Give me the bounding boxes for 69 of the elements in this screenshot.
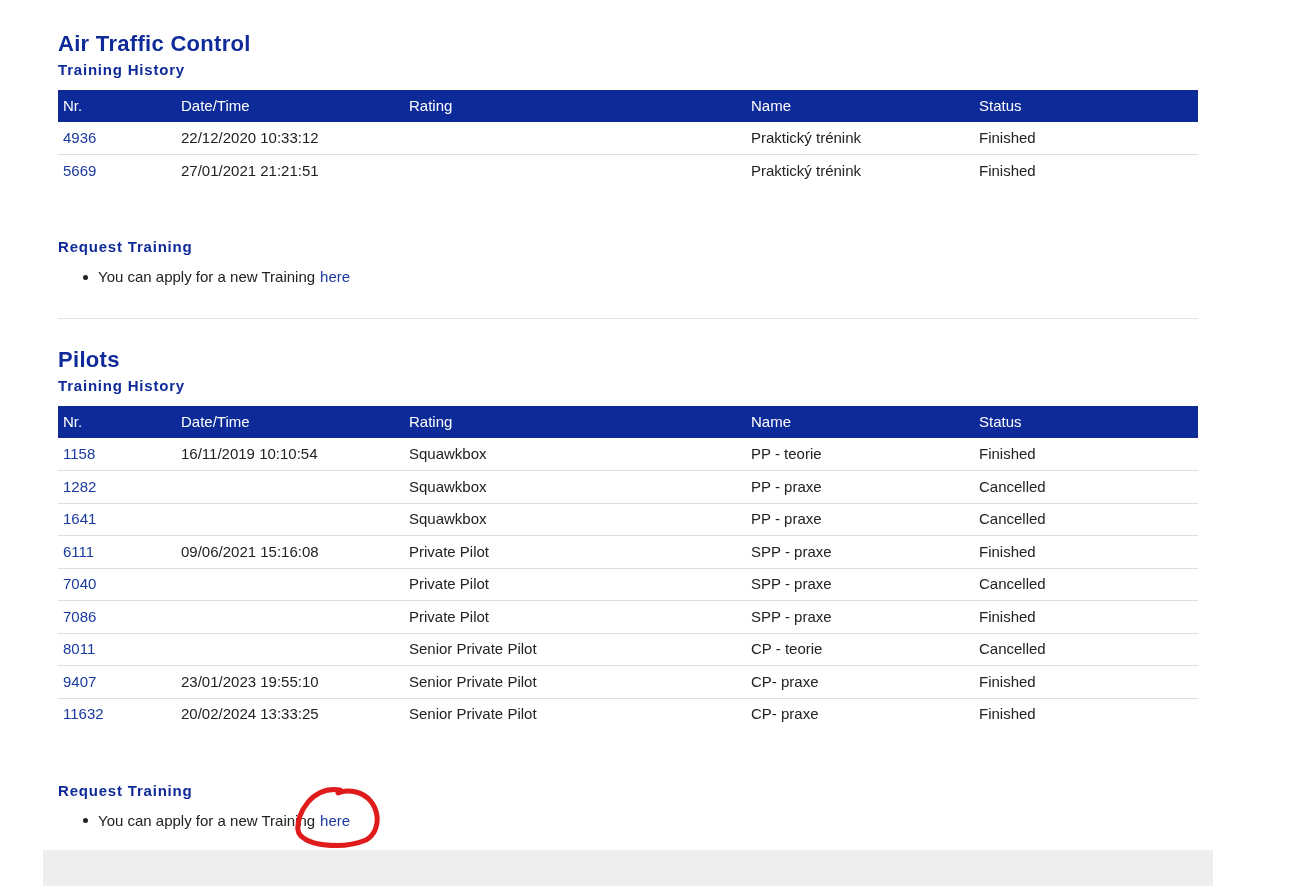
training-link[interactable]: 1282 [63, 477, 97, 495]
training-link[interactable]: 7040 [63, 575, 97, 592]
training-link[interactable]: 5669 [63, 161, 97, 179]
training-link[interactable]: 7086 [63, 607, 97, 625]
bullet-icon [83, 818, 88, 823]
training-link[interactable]: 4936 [63, 128, 97, 146]
table-cell: SPP - praxe [751, 607, 832, 625]
column-header: Rating [404, 90, 746, 122]
table-cell: SPP - praxe [751, 542, 832, 560]
table-cell: 22/12/2020 10:33:12 [181, 128, 319, 146]
table-cell: 16/11/2019 10:10:54 [181, 444, 318, 462]
table-cell: Squawkbox [409, 477, 487, 495]
table-cell: Senior Private Pilot [409, 705, 537, 723]
table-cell: Private Pilot [409, 575, 490, 592]
training-link[interactable]: 8011 [63, 640, 96, 657]
apply-link[interactable]: here [320, 268, 351, 285]
table-cell: Praktický trénink [751, 161, 862, 179]
table-cell: Finished [979, 161, 1036, 179]
table-cell: Cancelled [979, 575, 1046, 592]
table-cell: 27/01/2021 21:21:51 [181, 161, 319, 179]
table-cell: CP - teorie [751, 640, 823, 657]
column-header: Nr. [58, 406, 176, 438]
table-cell: PP - teorie [751, 444, 822, 462]
table-cell: SPP - praxe [751, 575, 832, 592]
request-title: Request Training [58, 237, 194, 257]
table-cell: Finished [979, 128, 1036, 146]
bullet-icon [83, 274, 88, 280]
table-cell: 09/06/2021 15:16:08 [181, 542, 319, 560]
table-cell: PP - praxe [751, 510, 822, 527]
table-cell: Squawkbox [409, 444, 487, 462]
column-header: Date/Time [176, 90, 404, 122]
table-cell: Private Pilot [409, 542, 490, 560]
column-header: Date/Time [176, 406, 404, 438]
table-cell: CP- praxe [751, 705, 819, 723]
table-cell: 20/02/2024 13:33:25 [181, 705, 319, 723]
table-cell: Finished [979, 444, 1036, 462]
column-header: Status [974, 90, 1198, 122]
table-cell: Cancelled [979, 640, 1046, 657]
column-header: Name [746, 406, 974, 438]
table-cell: 23/01/2023 19:55:10 [181, 672, 319, 690]
apply-link[interactable]: here [320, 811, 351, 829]
training-link[interactable]: 9407 [63, 672, 97, 690]
table-cell: Senior Private Pilot [409, 672, 537, 690]
table-cell: Finished [979, 705, 1036, 723]
section-subtitle: Training History [58, 60, 186, 80]
column-header: Nr. [58, 90, 176, 122]
training-link[interactable]: 11632 [63, 705, 104, 723]
section-title: Air Traffic Control [58, 30, 252, 58]
table-cell: PP - praxe [751, 477, 822, 495]
training-link[interactable]: 6111 [63, 542, 95, 560]
table-cell: Private Pilot [409, 607, 490, 625]
column-header: Name [746, 90, 974, 122]
training-link[interactable]: 1641 [63, 510, 97, 527]
table-cell: Senior Private Pilot [409, 640, 537, 657]
table-cell: Cancelled [979, 477, 1046, 495]
section-title: Pilots [58, 346, 121, 374]
table-cell: Cancelled [979, 510, 1046, 527]
training-link[interactable]: 1158 [63, 444, 96, 462]
table-cell: Praktický trénink [751, 128, 862, 146]
column-header: Rating [404, 406, 746, 438]
request-text: You can apply for a new Training [98, 267, 316, 287]
column-header: Status [974, 406, 1198, 438]
table-cell: Finished [979, 542, 1036, 560]
table-cell: Finished [979, 672, 1036, 690]
section-subtitle: Training History [58, 376, 186, 396]
table-cell: CP- praxe [751, 672, 819, 690]
request-title: Request Training [58, 780, 194, 801]
table-cell: Finished [979, 607, 1036, 625]
table-cell: Squawkbox [409, 510, 487, 527]
